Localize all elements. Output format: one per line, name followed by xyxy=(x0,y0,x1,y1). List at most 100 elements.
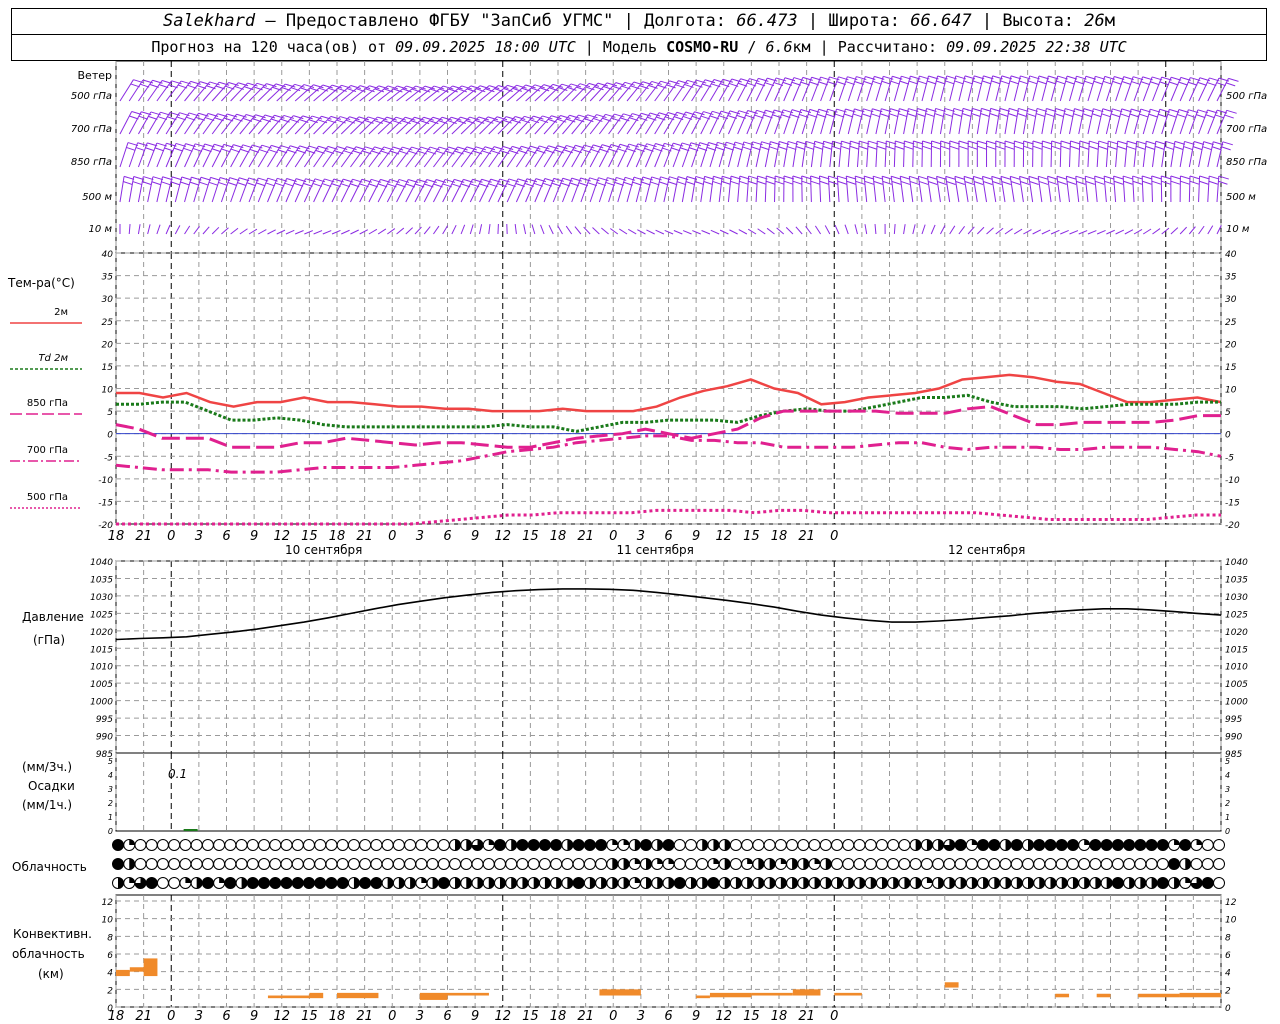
cloud-cover-circle xyxy=(392,839,405,851)
cloud-cover-fill xyxy=(1084,877,1090,889)
cloud-cover-fill xyxy=(657,877,663,889)
cloud-cover-circle xyxy=(842,839,855,851)
wind-barb xyxy=(820,141,825,168)
wind-barb xyxy=(506,145,522,168)
wind-barb-feather xyxy=(164,147,174,152)
conv-cloud-bar xyxy=(792,989,821,996)
cloud-cover-circle xyxy=(1055,858,1068,870)
cloud-cover-circle xyxy=(437,877,450,889)
wind-barb-feather xyxy=(958,140,970,145)
wind-barb-feather xyxy=(1063,113,1074,118)
wind-barb-feather xyxy=(1209,175,1220,180)
wind-barb xyxy=(747,228,757,235)
wind-barb xyxy=(1170,109,1180,135)
wind-level-label: 10 м xyxy=(89,224,113,235)
wind-barb xyxy=(866,141,869,168)
wind-barb xyxy=(211,144,225,168)
wind-barb-feather xyxy=(1035,113,1046,118)
cloud-cover-fill xyxy=(971,839,978,845)
wind-barb xyxy=(562,83,581,102)
cloud-cover-circle xyxy=(1100,839,1113,851)
wind-barb-feather xyxy=(1192,146,1203,151)
temp-ytick-right: -15 xyxy=(1225,498,1240,508)
wind-barb xyxy=(949,75,957,102)
wind-barb xyxy=(1096,141,1100,168)
cloud-cover-circle xyxy=(426,858,439,870)
wind-barb xyxy=(701,230,711,235)
cloud-cover-circle xyxy=(213,839,226,851)
wind-barb-feather xyxy=(980,113,990,117)
time-tick-label-mid: 6 xyxy=(443,529,451,544)
wind-barb-feather xyxy=(126,146,136,151)
wind-barb-feather xyxy=(986,140,997,145)
wind-barb-feather xyxy=(917,80,928,85)
conv-ytick-left: 6 xyxy=(107,951,113,961)
temp-ytick-right: -5 xyxy=(1225,453,1234,463)
wind-barb xyxy=(451,179,464,203)
time-tick-label-bottom: 6 xyxy=(222,1009,230,1024)
cloud-cover-circle xyxy=(347,858,360,870)
wind-barb-feather xyxy=(876,145,887,150)
cloud-cover-circle xyxy=(561,858,574,870)
wind-barb-feather xyxy=(161,181,171,186)
wind-barb xyxy=(857,76,866,102)
wind-barb-feather xyxy=(1155,140,1166,145)
cloud-cover-circle xyxy=(156,839,169,851)
wind-barb xyxy=(506,178,519,203)
wind-level-label: 850 гПа xyxy=(71,157,112,168)
cloud-cover-circle xyxy=(1100,858,1113,870)
wind-barb-feather xyxy=(703,180,713,185)
wind-barb-feather xyxy=(1014,140,1025,145)
cloud-cover-circle xyxy=(1111,858,1124,870)
conv-ytick-right: 4 xyxy=(1225,969,1231,979)
wind-barb xyxy=(276,115,294,135)
time-tick-label-bottom: 18 xyxy=(108,1009,125,1024)
wind-barb-feather xyxy=(864,175,875,180)
cloud-cover-fill xyxy=(1050,877,1056,889)
conv-ytick-left: 8 xyxy=(107,933,113,943)
cloud-cover-circle xyxy=(797,839,810,851)
wind-barb-feather xyxy=(949,140,960,145)
wind-barb xyxy=(890,176,895,203)
wind-barb-feather xyxy=(991,175,1002,180)
wind-barb-feather xyxy=(162,176,173,181)
wind-barb xyxy=(672,142,683,168)
cloud-cover-fill xyxy=(196,877,203,889)
temp-panel-title: Тем-ра(°С) xyxy=(7,276,75,290)
wind-barb-feather xyxy=(1140,81,1151,86)
wind-barb xyxy=(1084,176,1089,203)
wind-barb xyxy=(836,176,840,203)
cloud-cover-fill xyxy=(690,877,697,889)
cloud-cover-fill xyxy=(848,877,854,889)
wind-barb xyxy=(202,113,219,135)
wind-barb xyxy=(1000,176,1006,203)
wind-barb xyxy=(829,108,837,135)
wind-barb-feather xyxy=(1199,175,1210,180)
conv-cloud-bar xyxy=(267,995,310,999)
cloud-cover-fill xyxy=(219,877,225,883)
time-tick-label-mid: 12 xyxy=(715,529,732,544)
wind-barb xyxy=(322,178,335,203)
wind-barb xyxy=(534,115,552,135)
wind-barb-feather xyxy=(132,181,142,186)
wind-barb xyxy=(864,224,868,235)
pressure-ytick-left: 1040 xyxy=(90,558,113,568)
wind-barb-feather xyxy=(1084,80,1094,85)
cloud-cover-circle xyxy=(314,839,327,851)
wind-barb xyxy=(691,142,701,168)
wind-barb xyxy=(903,224,906,235)
wind-barb xyxy=(239,114,256,135)
cloud-cover-fill xyxy=(455,839,461,851)
wind-barb-feather xyxy=(973,181,984,185)
wind-barb-feather xyxy=(837,180,847,185)
wind-barb xyxy=(774,175,776,203)
cloud-cover-fill xyxy=(634,858,641,864)
wind-barb xyxy=(497,146,513,168)
wind-barb xyxy=(377,146,394,168)
cloud-cover-circle xyxy=(1156,877,1169,889)
time-tick-label-bottom: 15 xyxy=(522,1009,539,1024)
wind-barb-feather xyxy=(1108,140,1119,145)
wind-barb xyxy=(479,178,492,203)
cloud-cover-circle xyxy=(201,839,214,851)
wind-barb xyxy=(221,113,238,135)
